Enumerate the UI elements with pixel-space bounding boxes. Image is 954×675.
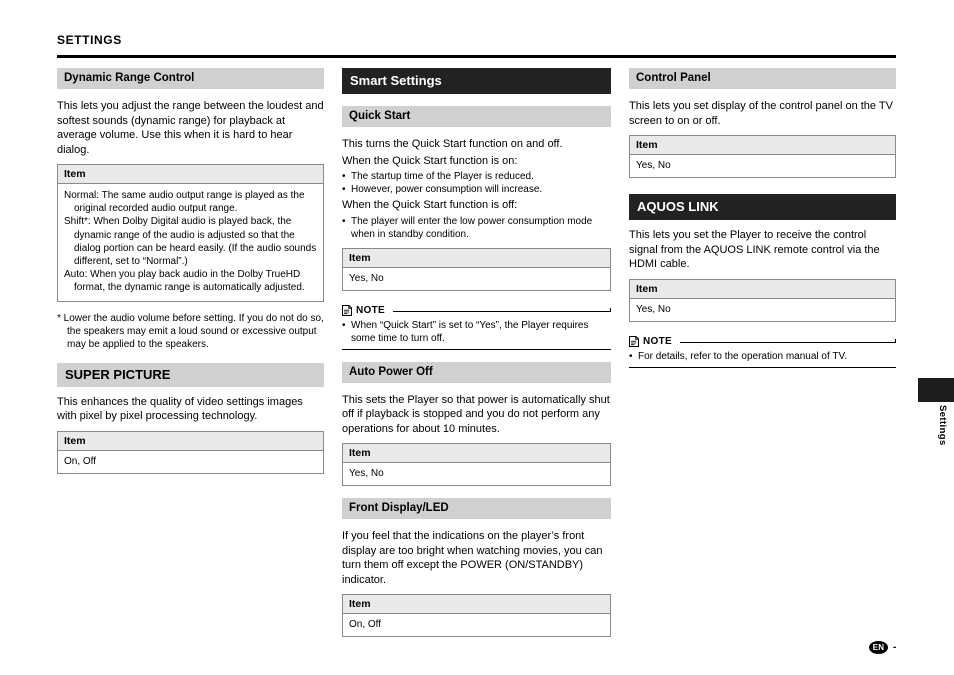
item-table-body: On, Off xyxy=(343,614,610,636)
section-body: This lets you set the Player to receive … xyxy=(629,229,880,270)
subsection-body: This sets the Player so that power is au… xyxy=(342,393,610,435)
column-center: Smart Settings Quick Start This turns th… xyxy=(342,68,612,637)
subsection-heading: Front Display/LED xyxy=(342,498,611,521)
bullet-list-on: The startup time of the Player is reduce… xyxy=(342,170,611,196)
page-footer: EN - xyxy=(869,641,896,654)
item-table-header: Item xyxy=(343,248,610,268)
column-right: Control Panel This lets you set display … xyxy=(629,68,897,368)
list-item: However, power consumption will increase… xyxy=(342,183,611,196)
item-table-body: Yes, No xyxy=(343,463,610,485)
note-block: NOTE When “Quick Start” is set to “Yes”,… xyxy=(342,304,612,350)
note-rule-bottom xyxy=(342,348,611,350)
list-item: When “Quick Start” is set to “Yes”, the … xyxy=(342,319,611,345)
section-body: This lets you adjust the range between t… xyxy=(57,100,324,156)
subsection-line-off: When the Quick Start function is off: xyxy=(342,199,518,211)
subsection-body: If you feel that the indications on the … xyxy=(342,530,603,586)
section-heading: Control Panel xyxy=(629,68,896,91)
item-table: Item Yes, No xyxy=(629,135,896,178)
subsection-line-on: When the Quick Start function is on: xyxy=(342,154,518,167)
section-heading-smart-settings: Smart Settings xyxy=(342,68,611,94)
section-footnote: * Lower the audio volume before setting.… xyxy=(57,312,324,350)
item-table-header: Item xyxy=(630,279,895,299)
subsection-quick-start: Quick Start This turns the Quick Start f… xyxy=(342,106,612,350)
note-rule xyxy=(679,338,897,343)
item-table-header: Item xyxy=(343,595,610,614)
item-table-body: Normal: The same audio output range is p… xyxy=(58,184,323,301)
subsection-heading: Quick Start xyxy=(342,106,611,129)
item-table: Item Yes, No xyxy=(342,247,611,291)
item-table-body: On, Off xyxy=(58,450,323,473)
item-row: Auto: When you play back audio in the Do… xyxy=(64,269,305,294)
note-header: NOTE xyxy=(342,304,612,316)
item-table: Item Yes, No xyxy=(629,278,896,322)
item-table-header: Item xyxy=(343,444,610,463)
item-table: Item On, Off xyxy=(57,430,324,474)
note-label: NOTE xyxy=(356,304,385,316)
section-super-picture: SUPER PICTURE This enhances the quality … xyxy=(57,362,324,474)
section-heading: AQUOS LINK xyxy=(629,194,896,220)
note-header: NOTE xyxy=(629,335,897,347)
page-title: SETTINGS xyxy=(57,33,122,47)
item-row: Shift*: When Dolby Digital audio is play… xyxy=(64,216,317,268)
section-body: This enhances the quality of video setti… xyxy=(57,395,303,423)
note-pencil-icon xyxy=(629,335,639,347)
subsection-auto-power-off: Auto Power Off This sets the Player so t… xyxy=(342,361,611,486)
note-rule-bottom xyxy=(629,366,896,368)
item-row: Normal: The same audio output range is p… xyxy=(64,190,305,215)
section-heading: SUPER PICTURE xyxy=(57,362,324,387)
item-table-header: Item xyxy=(58,431,323,451)
section-heading: Dynamic Range Control xyxy=(57,68,324,91)
item-table: Item On, Off xyxy=(342,594,611,637)
item-table-header: Item xyxy=(630,136,895,155)
item-table-header: Item xyxy=(58,165,323,184)
note-list: When “Quick Start” is set to “Yes”, the … xyxy=(342,319,611,345)
item-table: Item Normal: The same audio output range… xyxy=(57,164,324,302)
subsection-front-display-led: Front Display/LED If you feel that the i… xyxy=(342,498,611,637)
item-table-body: Yes, No xyxy=(630,298,895,321)
note-rule xyxy=(392,307,612,312)
section-control-panel: Control Panel This lets you set display … xyxy=(629,68,896,178)
document-page: SETTINGS Dynamic Range Control This lets… xyxy=(0,0,954,675)
section-aquos-link: AQUOS LINK This lets you set the Player … xyxy=(629,194,897,368)
side-tab-label: Settings xyxy=(937,405,948,446)
list-item: The player will enter the low power cons… xyxy=(342,215,611,241)
note-list: For details, refer to the operation manu… xyxy=(629,350,896,363)
list-item: The startup time of the Player is reduce… xyxy=(342,170,611,183)
header-divider xyxy=(57,55,896,58)
subsection-body: This turns the Quick Start function on a… xyxy=(342,138,563,150)
page-number: - xyxy=(893,642,897,653)
item-table: Item Yes, No xyxy=(342,443,611,486)
note-label: NOTE xyxy=(643,335,672,347)
section-dynamic-range-control: Dynamic Range Control This lets you adju… xyxy=(57,68,324,351)
item-table-body: Yes, No xyxy=(343,267,610,290)
bullet-list-off: The player will enter the low power cons… xyxy=(342,215,611,241)
column-left: Dynamic Range Control This lets you adju… xyxy=(57,68,324,474)
note-block: NOTE For details, refer to the operation… xyxy=(629,335,897,368)
section-body: This lets you set display of the control… xyxy=(629,100,893,127)
subsection-heading: Auto Power Off xyxy=(342,361,611,385)
language-badge: EN xyxy=(869,641,888,654)
list-item: For details, refer to the operation manu… xyxy=(629,350,896,363)
item-table-body: Yes, No xyxy=(630,155,895,177)
note-pencil-icon xyxy=(342,304,352,316)
side-tab-marker xyxy=(918,378,954,402)
